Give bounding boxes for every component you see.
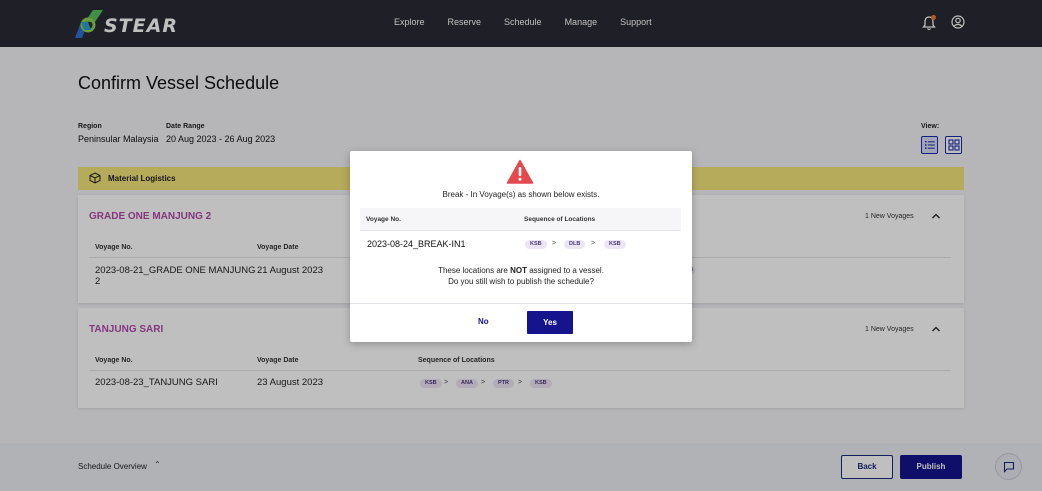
warning-triangle-icon [506, 159, 534, 184]
chevron-right-icon: > [552, 240, 557, 247]
no-button[interactable]: No [478, 317, 489, 326]
dialog-table-header: Voyage No. Sequence of Locations [360, 208, 681, 230]
location-chip: DLB [564, 240, 586, 249]
publish-question: Do you still wish to publish the schedul… [448, 277, 594, 286]
note-prefix: These locations are [438, 266, 511, 275]
yes-button[interactable]: Yes [527, 311, 573, 334]
location-chip: KSB [604, 240, 626, 249]
note-emphasis: NOT [510, 266, 527, 275]
break-in-warning-dialog: Break - In Voyage(s) as shown below exis… [350, 151, 692, 342]
break-in-voyage-no: 2023-08-24_BREAK-IN1 [367, 239, 466, 249]
dialog-message: Break - In Voyage(s) as shown below exis… [442, 190, 600, 199]
note-suffix: assigned to a vessel. [527, 266, 604, 275]
col-sequence-of-locations: Sequence of Locations [524, 216, 596, 223]
chevron-right-icon: > [591, 240, 596, 247]
location-chip: KSB [525, 240, 547, 249]
col-voyage-no: Voyage No. [366, 216, 401, 223]
not-assigned-note: These locations are NOT assigned to a ve… [350, 266, 692, 275]
divider [360, 230, 681, 231]
divider [350, 303, 692, 304]
